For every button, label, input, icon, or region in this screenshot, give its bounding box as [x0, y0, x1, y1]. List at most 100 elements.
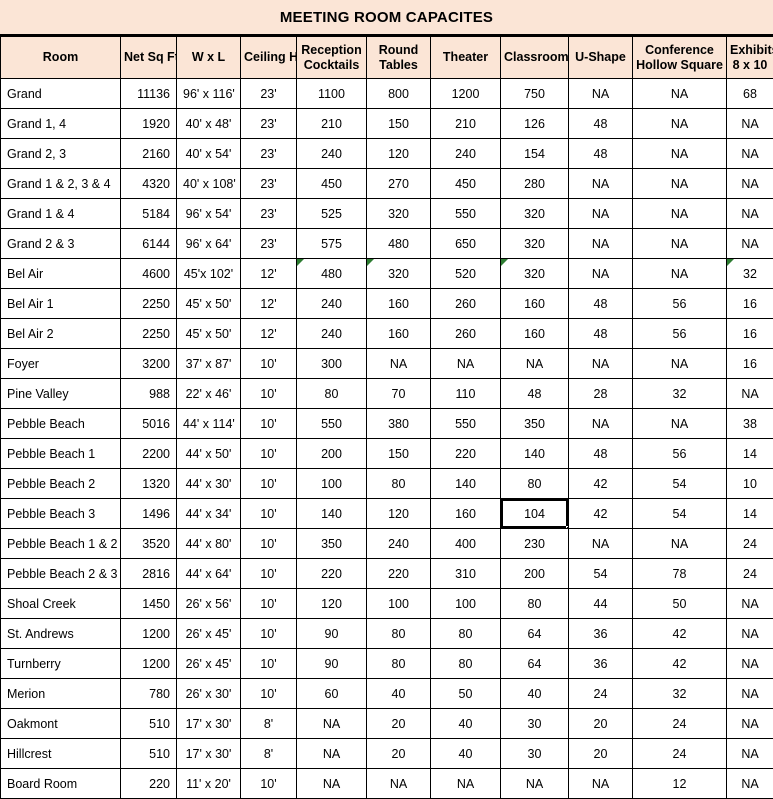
cell-class[interactable]: 160: [501, 289, 569, 319]
column-header-class[interactable]: Classroom: [501, 37, 569, 79]
cell-round[interactable]: 20: [367, 739, 431, 769]
cell-conf[interactable]: 56: [633, 439, 727, 469]
cell-round[interactable]: NA: [367, 349, 431, 379]
cell-class[interactable]: 30: [501, 739, 569, 769]
cell-ceil[interactable]: 12': [241, 289, 297, 319]
cell-thea[interactable]: 550: [431, 199, 501, 229]
cell-room[interactable]: Bel Air 2: [1, 319, 121, 349]
cell-thea[interactable]: 450: [431, 169, 501, 199]
cell-exh[interactable]: NA: [727, 139, 773, 169]
cell-exh[interactable]: 24: [727, 529, 773, 559]
cell-conf[interactable]: NA: [633, 139, 727, 169]
cell-recep[interactable]: 450: [297, 169, 367, 199]
cell-sqft[interactable]: 220: [121, 769, 177, 799]
cell-exh[interactable]: NA: [727, 649, 773, 679]
cell-room[interactable]: Grand: [1, 79, 121, 109]
cell-class[interactable]: 140: [501, 439, 569, 469]
cell-ceil[interactable]: 12': [241, 259, 297, 289]
cell-class[interactable]: 320: [501, 229, 569, 259]
cell-class[interactable]: 350: [501, 409, 569, 439]
cell-ushape[interactable]: NA: [569, 169, 633, 199]
cell-exh[interactable]: 16: [727, 349, 773, 379]
cell-wxl[interactable]: 96' x 64': [177, 229, 241, 259]
cell-ceil[interactable]: 10': [241, 649, 297, 679]
cell-sqft[interactable]: 988: [121, 379, 177, 409]
cell-thea[interactable]: 260: [431, 289, 501, 319]
cell-wxl[interactable]: 45' x 50': [177, 319, 241, 349]
cell-round[interactable]: 100: [367, 589, 431, 619]
cell-thea[interactable]: 80: [431, 649, 501, 679]
cell-ceil[interactable]: 10': [241, 409, 297, 439]
cell-sqft[interactable]: 510: [121, 739, 177, 769]
cell-round[interactable]: 120: [367, 139, 431, 169]
cell-conf[interactable]: 24: [633, 709, 727, 739]
cell-wxl[interactable]: 17' x 30': [177, 709, 241, 739]
cell-ushape[interactable]: NA: [569, 79, 633, 109]
cell-round[interactable]: 120: [367, 499, 431, 529]
column-header-ushape[interactable]: U-Shape: [569, 37, 633, 79]
cell-thea[interactable]: 520: [431, 259, 501, 289]
cell-thea[interactable]: NA: [431, 349, 501, 379]
cell-conf[interactable]: 12: [633, 769, 727, 799]
cell-round[interactable]: 800: [367, 79, 431, 109]
cell-ushape[interactable]: NA: [569, 409, 633, 439]
cell-ceil[interactable]: 23': [241, 79, 297, 109]
cell-ushape[interactable]: 20: [569, 709, 633, 739]
cell-thea[interactable]: 80: [431, 619, 501, 649]
cell-wxl[interactable]: 26' x 56': [177, 589, 241, 619]
cell-ushape[interactable]: NA: [569, 199, 633, 229]
cell-sqft[interactable]: 2816: [121, 559, 177, 589]
cell-class[interactable]: 80: [501, 469, 569, 499]
cell-exh[interactable]: 14: [727, 439, 773, 469]
cell-sqft[interactable]: 1320: [121, 469, 177, 499]
cell-exh[interactable]: 14: [727, 499, 773, 529]
cell-ushape[interactable]: NA: [569, 529, 633, 559]
cell-sqft[interactable]: 5016: [121, 409, 177, 439]
cell-conf[interactable]: NA: [633, 79, 727, 109]
cell-thea[interactable]: 1200: [431, 79, 501, 109]
cell-ceil[interactable]: 23': [241, 139, 297, 169]
cell-wxl[interactable]: 44' x 34': [177, 499, 241, 529]
cell-conf[interactable]: 54: [633, 469, 727, 499]
cell-room[interactable]: St. Andrews: [1, 619, 121, 649]
cell-room[interactable]: Grand 2 & 3: [1, 229, 121, 259]
cell-ceil[interactable]: 10': [241, 529, 297, 559]
cell-conf[interactable]: 32: [633, 679, 727, 709]
cell-sqft[interactable]: 780: [121, 679, 177, 709]
cell-round[interactable]: 150: [367, 439, 431, 469]
cell-room[interactable]: Grand 1, 4: [1, 109, 121, 139]
cell-class[interactable]: 40: [501, 679, 569, 709]
cell-thea[interactable]: 550: [431, 409, 501, 439]
cell-sqft[interactable]: 3520: [121, 529, 177, 559]
cell-exh[interactable]: 32: [727, 259, 773, 289]
cell-sqft[interactable]: 3200: [121, 349, 177, 379]
cell-round[interactable]: 320: [367, 199, 431, 229]
cell-thea[interactable]: 140: [431, 469, 501, 499]
cell-sqft[interactable]: 4320: [121, 169, 177, 199]
cell-round[interactable]: 150: [367, 109, 431, 139]
column-header-round[interactable]: RoundTables: [367, 37, 431, 79]
cell-ceil[interactable]: 10': [241, 379, 297, 409]
cell-thea[interactable]: 310: [431, 559, 501, 589]
cell-sqft[interactable]: 1200: [121, 649, 177, 679]
cell-recep[interactable]: 140: [297, 499, 367, 529]
cell-room[interactable]: Pebble Beach: [1, 409, 121, 439]
cell-round[interactable]: 270: [367, 169, 431, 199]
cell-recep[interactable]: 60: [297, 679, 367, 709]
cell-exh[interactable]: NA: [727, 229, 773, 259]
cell-class[interactable]: 64: [501, 649, 569, 679]
cell-recep[interactable]: 90: [297, 649, 367, 679]
column-header-wxl[interactable]: W x L: [177, 37, 241, 79]
cell-round[interactable]: 160: [367, 289, 431, 319]
cell-ushape[interactable]: 28: [569, 379, 633, 409]
cell-wxl[interactable]: 26' x 45': [177, 649, 241, 679]
cell-recep[interactable]: 240: [297, 319, 367, 349]
cell-class[interactable]: 64: [501, 619, 569, 649]
cell-recep[interactable]: 575: [297, 229, 367, 259]
cell-wxl[interactable]: 44' x 64': [177, 559, 241, 589]
cell-ceil[interactable]: 10': [241, 439, 297, 469]
cell-thea[interactable]: 50: [431, 679, 501, 709]
cell-class[interactable]: 280: [501, 169, 569, 199]
cell-room[interactable]: Foyer: [1, 349, 121, 379]
cell-wxl[interactable]: 17' x 30': [177, 739, 241, 769]
